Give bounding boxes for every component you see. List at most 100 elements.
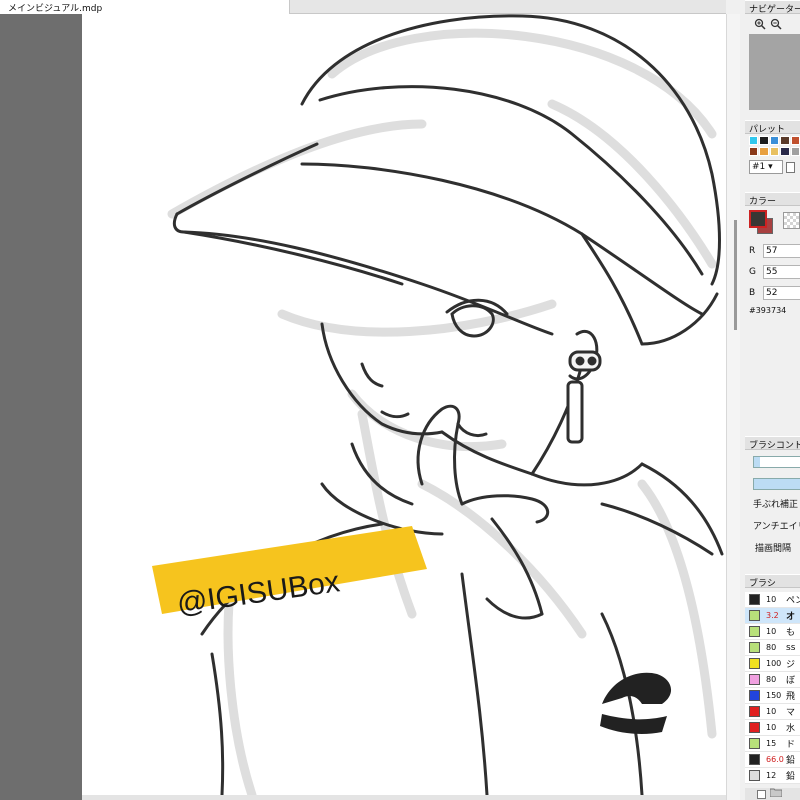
navigator-title: ナビゲーター — [749, 5, 800, 14]
brush-opacity-slider[interactable] — [753, 478, 800, 490]
transparent-color-swatch[interactable] — [783, 212, 800, 229]
brush-color-swatch — [749, 642, 760, 653]
color-swatches — [745, 206, 800, 240]
brush-name: 鉛 — [786, 756, 796, 766]
new-page-icon[interactable] — [786, 161, 795, 173]
brush-list-title: ブラシ — [749, 579, 776, 588]
palette-header[interactable]: パレット — [745, 120, 800, 134]
brush-size: 15 — [766, 739, 777, 748]
palette-swatch[interactable] — [749, 136, 759, 145]
navigator-preview[interactable] — [749, 34, 800, 110]
navigator-header[interactable]: ナビゲーター — [745, 0, 800, 14]
vertical-scrollbar[interactable] — [726, 14, 740, 800]
palette-swatch[interactable] — [790, 136, 800, 145]
brush-opacity-slider-fill — [754, 479, 800, 489]
brush-name: も — [786, 628, 796, 638]
brush-name: ペン — [786, 596, 800, 606]
zoom-in-icon[interactable] — [753, 17, 767, 31]
document-tab[interactable]: メインビジュアル.mdp — [0, 0, 290, 14]
brush-size: 80 — [766, 643, 777, 652]
brush-list-item[interactable]: 66.0 鉛 — [745, 752, 800, 768]
palette-swatch-row-2 — [745, 147, 800, 156]
brush-list-item[interactable]: 150 飛 — [745, 688, 800, 704]
brush-list: 10ペン3.2オ10も80ss100ジ80ぼ150飛10マ10水15ド66.0鉛… — [745, 592, 800, 784]
brush-name: ss — [786, 642, 796, 653]
red-channel-row: R 57 — [745, 240, 800, 261]
brush-list-item[interactable]: 10 マ — [745, 704, 800, 720]
brush-control-header[interactable]: ブラシコントロール — [745, 436, 800, 450]
palette-swatch[interactable] — [759, 147, 769, 156]
palette-swatch[interactable] — [769, 147, 780, 156]
artwork: @IGISUBox — [152, 14, 724, 795]
red-label: R — [749, 245, 756, 256]
palette-title: パレット — [749, 125, 786, 134]
palette-swatch[interactable] — [790, 147, 800, 156]
color-header[interactable]: カラー — [745, 192, 800, 206]
brush-color-swatch — [749, 626, 760, 637]
brush-control-title: ブラシコントロール — [749, 441, 800, 450]
palette-controls: #1 ▾ — [745, 156, 800, 174]
brush-control-section: ブラシコントロール 手ぶれ補正 アンチエイリアス 描画間隔 — [745, 436, 800, 560]
blue-value-field[interactable]: 52 — [763, 285, 800, 300]
brush-list-section: ブラシ 10ペン3.2オ10も80ss100ジ80ぼ150飛10マ10水15ド6… — [745, 574, 800, 784]
palette-swatch[interactable] — [780, 147, 790, 156]
brush-size-slider[interactable] — [753, 456, 800, 468]
brush-list-item[interactable]: 10 水 — [745, 720, 800, 736]
brush-list-item[interactable]: 3.2 オ — [745, 608, 800, 624]
antialias-label[interactable]: アンチエイリアス — [745, 516, 800, 538]
brush-list-header[interactable]: ブラシ — [745, 574, 800, 588]
zoom-out-icon[interactable] — [769, 17, 783, 31]
brush-list-item[interactable]: 100 ジ — [745, 656, 800, 672]
brush-list-item[interactable]: 10 ペン — [745, 592, 800, 608]
blue-channel-row: B 52 — [745, 282, 800, 303]
brush-name: 水 — [786, 724, 796, 734]
drawing-interval-label[interactable]: 描画間隔 — [745, 538, 800, 560]
horizontal-scrollbar[interactable] — [82, 795, 726, 800]
brush-name: 鉛 — [786, 772, 796, 782]
brush-name: オ — [786, 612, 796, 622]
brush-list-item[interactable]: 80 ぼ — [745, 672, 800, 688]
brush-size: 80 — [766, 675, 777, 684]
green-channel-row: G 55 — [745, 261, 800, 282]
folder-icon[interactable] — [769, 788, 783, 800]
brush-color-swatch — [749, 706, 760, 717]
palette-swatch[interactable] — [749, 147, 759, 156]
stabilizer-label[interactable]: 手ぶれ補正 — [745, 494, 800, 516]
palette-select[interactable]: #1 ▾ — [749, 160, 783, 174]
brush-size: 66.0 — [766, 755, 784, 764]
foreground-color-swatch[interactable] — [749, 210, 767, 228]
document-tab-bar: メインビジュアル.mdp — [0, 0, 726, 14]
color-title: カラー — [749, 197, 777, 206]
brush-color-swatch — [749, 722, 760, 733]
brush-list-item[interactable]: 12 鉛 — [745, 768, 800, 784]
green-label: G — [749, 266, 756, 277]
palette-swatch[interactable] — [759, 136, 769, 145]
green-value-field[interactable]: 55 — [763, 264, 800, 279]
brush-color-swatch — [749, 610, 760, 621]
document-tab-title: メインビジュアル.mdp — [8, 4, 103, 14]
vertical-scrollbar-thumb[interactable] — [734, 220, 737, 330]
right-panel: ナビゲーター パレット #1 ▾ カラー R 57 G 55 B 52 #393… — [745, 0, 800, 800]
brush-list-item[interactable]: 80 ss — [745, 640, 800, 656]
palette-swatch[interactable] — [780, 136, 790, 145]
drawing-canvas[interactable]: @IGISUBox — [82, 14, 726, 795]
palette-section: パレット #1 ▾ — [745, 120, 800, 174]
palette-select-value: #1 — [752, 162, 766, 172]
brush-color-swatch — [749, 674, 760, 685]
navigator-section: ナビゲーター — [745, 0, 800, 110]
brush-size: 10 — [766, 707, 777, 716]
red-value-field[interactable]: 57 — [763, 243, 800, 258]
color-section: カラー R 57 G 55 B 52 #393734 — [745, 192, 800, 315]
brush-name: 飛 — [786, 692, 796, 702]
palette-swatch[interactable] — [769, 136, 780, 145]
brush-color-swatch — [749, 770, 760, 781]
brush-size: 150 — [766, 691, 782, 700]
brush-list-item[interactable]: 15 ド — [745, 736, 800, 752]
brush-color-swatch — [749, 594, 760, 605]
new-page-icon[interactable] — [757, 789, 766, 799]
brush-name: マ — [786, 708, 796, 718]
brush-list-item[interactable]: 10 も — [745, 624, 800, 640]
navigator-toolbar — [745, 14, 800, 34]
brush-size: 10 — [766, 723, 777, 732]
brush-name: ぼ — [786, 676, 796, 686]
